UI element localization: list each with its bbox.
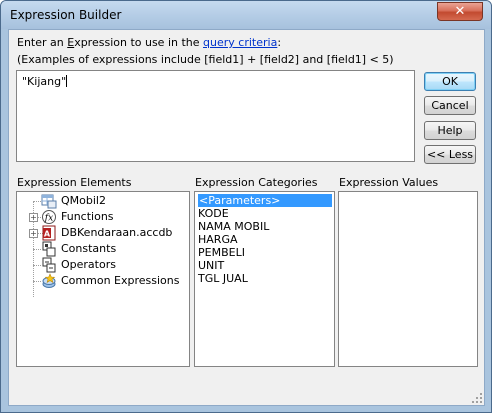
svg-text:A: A bbox=[44, 230, 51, 239]
svg-text:fx: fx bbox=[44, 214, 53, 224]
instruction-text: Enter an Expression to use in the query … bbox=[17, 36, 282, 49]
category-item-tgl-jual[interactable]: TGL JUAL bbox=[198, 272, 248, 285]
dialog-body: Enter an Expression to use in the query … bbox=[8, 29, 485, 406]
expand-database-icon[interactable]: + bbox=[29, 229, 38, 238]
category-item-parameters[interactable]: <Parameters> bbox=[198, 194, 332, 207]
constants-icon bbox=[42, 241, 56, 257]
ok-button[interactable]: OK bbox=[424, 72, 476, 91]
expression-elements-label: Expression Elements bbox=[17, 176, 132, 189]
examples-text: (Examples of expressions include [field1… bbox=[17, 53, 394, 66]
category-item-unit[interactable]: UNIT bbox=[198, 259, 224, 272]
category-item-harga[interactable]: HARGA bbox=[198, 233, 238, 246]
category-item-kode[interactable]: KODE bbox=[198, 207, 229, 220]
expression-input[interactable]: "Kijang" bbox=[16, 70, 415, 162]
text-caret bbox=[66, 75, 68, 87]
resize-grip-icon[interactable] bbox=[471, 392, 483, 404]
query-criteria-link[interactable]: query criteria bbox=[203, 36, 277, 49]
title-bar[interactable]: Expression Builder ✕ bbox=[1, 1, 491, 29]
close-button[interactable]: ✕ bbox=[437, 2, 483, 21]
category-item-pembeli[interactable]: PEMBELI bbox=[198, 246, 245, 259]
expression-elements-tree[interactable]: QMobil2 + fx Functions + A DBKendaraan.a… bbox=[16, 191, 190, 367]
window-title: Expression Builder bbox=[10, 8, 122, 22]
expression-builder-window: Expression Builder ✕ Enter an Expression… bbox=[0, 0, 492, 413]
cancel-button[interactable]: Cancel bbox=[424, 96, 476, 115]
expression-categories-label: Expression Categories bbox=[195, 176, 318, 189]
expression-values-label: Expression Values bbox=[339, 176, 439, 189]
operators-icon bbox=[42, 257, 56, 273]
expression-values-list[interactable] bbox=[338, 191, 478, 367]
query-icon bbox=[41, 194, 57, 209]
common-expressions-icon bbox=[42, 273, 56, 288]
expand-functions-icon[interactable]: + bbox=[29, 213, 38, 222]
access-db-icon: A bbox=[42, 225, 56, 241]
expression-categories-list[interactable]: <Parameters> KODE NAMA MOBIL HARGA PEMBE… bbox=[194, 191, 335, 367]
functions-icon: fx bbox=[42, 210, 56, 224]
category-item-nama-mobil[interactable]: NAMA MOBIL bbox=[198, 220, 269, 233]
help-button[interactable]: Help bbox=[424, 121, 476, 140]
less-button[interactable]: << Less bbox=[424, 145, 476, 164]
expression-value: "Kijang" bbox=[22, 75, 67, 88]
